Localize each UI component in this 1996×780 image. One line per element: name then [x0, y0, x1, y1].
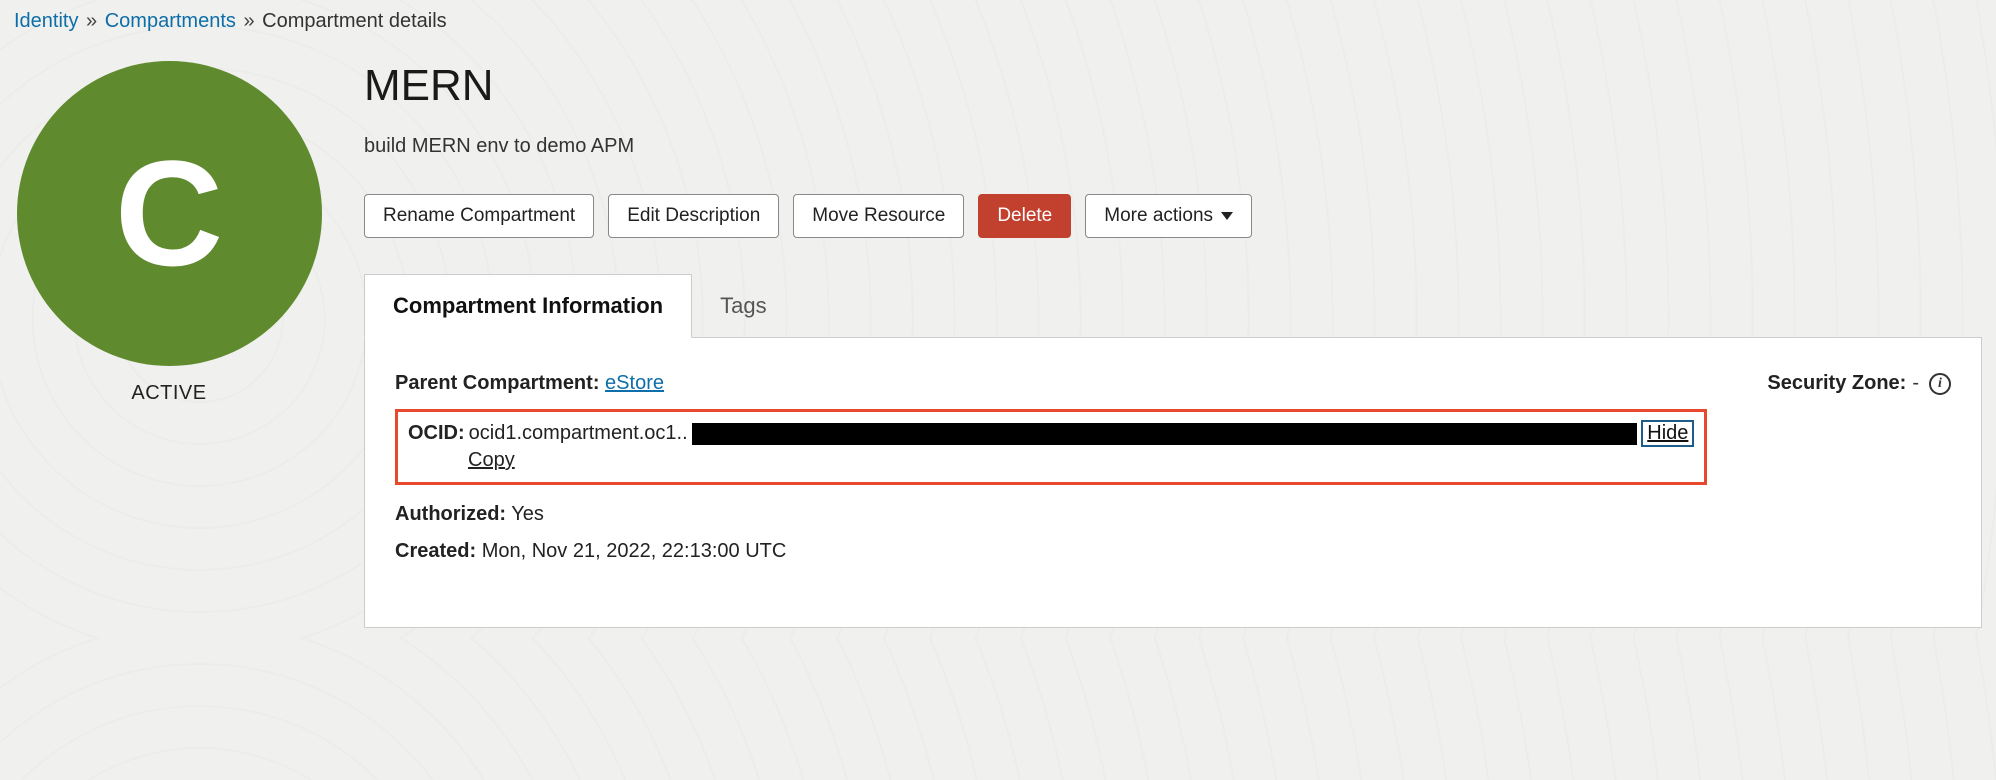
security-zone-label: Security Zone:: [1767, 372, 1906, 395]
breadcrumb-compartments[interactable]: Compartments: [105, 10, 236, 32]
resource-letter: C: [115, 127, 223, 300]
edit-description-button[interactable]: Edit Description: [608, 194, 779, 238]
delete-button[interactable]: Delete: [978, 194, 1071, 238]
parent-compartment-field: Parent Compartment: eStore: [395, 372, 1707, 395]
ocid-copy-button[interactable]: Copy: [468, 449, 515, 472]
ocid-highlight: OCID: ocid1.compartment.oc1.. Hide Copy: [395, 409, 1707, 485]
action-toolbar: Rename Compartment Edit Description Move…: [364, 194, 1982, 238]
resource-circle: C: [17, 61, 322, 366]
ocid-hide-button[interactable]: Hide: [1641, 420, 1694, 447]
breadcrumb-identity[interactable]: Identity: [14, 10, 78, 32]
tab-bar: Compartment Information Tags: [364, 274, 1982, 338]
resource-description: build MERN env to demo APM: [364, 135, 1982, 158]
more-actions-label: More actions: [1104, 205, 1213, 227]
parent-compartment-label: Parent Compartment:: [395, 372, 599, 394]
page-title: MERN: [364, 61, 1982, 111]
created-label: Created:: [395, 540, 476, 562]
breadcrumb-separator: »: [86, 10, 97, 32]
breadcrumb-current: Compartment details: [262, 10, 447, 32]
created-value: Mon, Nov 21, 2022, 22:13:00 UTC: [482, 540, 787, 562]
authorized-field: Authorized: Yes: [395, 503, 1707, 526]
move-resource-button[interactable]: Move Resource: [793, 194, 964, 238]
ocid-label: OCID:: [408, 422, 465, 445]
security-zone-value: -: [1912, 372, 1919, 395]
tab-compartment-info[interactable]: Compartment Information: [364, 274, 692, 338]
info-panel: Parent Compartment: eStore OCID: ocid1.c…: [364, 338, 1982, 628]
created-field: Created: Mon, Nov 21, 2022, 22:13:00 UTC: [395, 540, 1707, 563]
rename-button[interactable]: Rename Compartment: [364, 194, 594, 238]
more-actions-button[interactable]: More actions: [1085, 194, 1252, 238]
authorized-value: Yes: [511, 503, 544, 525]
info-icon[interactable]: i: [1929, 373, 1951, 395]
ocid-value-prefix: ocid1.compartment.oc1..: [469, 422, 688, 445]
security-zone-field: Security Zone: - i: [1767, 372, 1951, 395]
status-badge: ACTIVE: [131, 382, 206, 405]
ocid-redacted: [692, 423, 1638, 445]
tab-tags[interactable]: Tags: [692, 274, 794, 337]
parent-compartment-link[interactable]: eStore: [605, 372, 664, 394]
authorized-label: Authorized:: [395, 503, 506, 525]
chevron-down-icon: [1221, 212, 1233, 220]
breadcrumb-separator: »: [243, 10, 254, 32]
resource-badge: C ACTIVE: [14, 61, 324, 405]
breadcrumb: Identity » Compartments » Compartment de…: [14, 10, 1982, 33]
